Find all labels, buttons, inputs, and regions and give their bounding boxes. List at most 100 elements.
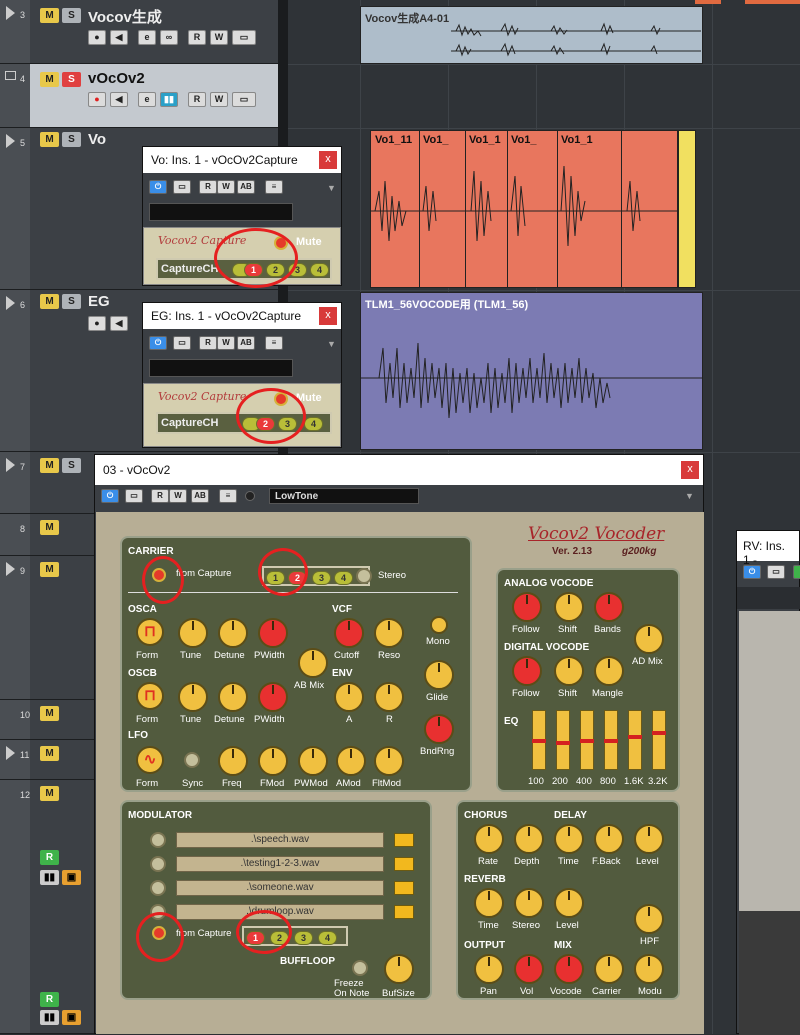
- pan-knob[interactable]: [474, 954, 504, 984]
- mute-button[interactable]: M: [40, 458, 59, 473]
- audio-clip-eg[interactable]: TLM1_56VOCODE用 (TLM1_56): [360, 292, 703, 450]
- oscb-form-knob[interactable]: ⊓: [136, 682, 164, 710]
- power-icon[interactable]: ⏻: [149, 180, 167, 194]
- file-field-2[interactable]: .\testing1-2-3.wav: [176, 856, 384, 872]
- power-icon[interactable]: ⏻: [149, 336, 167, 350]
- file-select-1[interactable]: [150, 832, 166, 848]
- close-button[interactable]: x: [319, 307, 337, 325]
- record-enable-icon[interactable]: ●: [88, 92, 106, 107]
- chevron-down-icon[interactable]: ▼: [685, 491, 694, 501]
- track-4[interactable]: 4 M S vOcOv2 ● ◀ e ▮▮ R W ▭: [0, 64, 278, 128]
- stereo-toggle[interactable]: [356, 568, 372, 584]
- bands-knob[interactable]: [594, 592, 624, 622]
- read-button[interactable]: R: [151, 489, 169, 503]
- mute-button[interactable]: M: [40, 132, 59, 147]
- file-select-3[interactable]: [150, 880, 166, 896]
- bypass-icon[interactable]: ▭: [767, 565, 785, 579]
- read-button[interactable]: R: [188, 30, 206, 45]
- eq-slider-3.2k[interactable]: [652, 710, 666, 770]
- read-button[interactable]: [793, 565, 800, 579]
- eq-slider-800[interactable]: [604, 710, 618, 770]
- read-button[interactable]: R: [188, 92, 206, 107]
- mute-button[interactable]: M: [40, 8, 59, 23]
- preset-field[interactable]: [149, 203, 293, 221]
- chorus-depth-knob[interactable]: [514, 824, 544, 854]
- file-field-1[interactable]: .\speech.wav: [176, 832, 384, 848]
- bndrng-knob[interactable]: [424, 714, 454, 744]
- preset-field[interactable]: [149, 359, 293, 377]
- ab-mix-knob[interactable]: [298, 648, 328, 678]
- ad-mix-knob[interactable]: [634, 624, 664, 654]
- ch-button-4[interactable]: 4: [304, 417, 323, 431]
- plugin-window-rv[interactable]: RV: Ins. 1 - ⏻ ▭: [736, 530, 800, 1035]
- bypass-icon[interactable]: ▭: [173, 180, 191, 194]
- delay-time-knob[interactable]: [554, 824, 584, 854]
- read-button[interactable]: R: [199, 336, 217, 350]
- delay-fback-knob[interactable]: [594, 824, 624, 854]
- audio-clip-tail[interactable]: [678, 130, 696, 288]
- oscb-pwidth-knob[interactable]: [258, 682, 288, 712]
- settings-icon[interactable]: ≡: [219, 489, 237, 503]
- record-enable-icon[interactable]: ●: [88, 316, 106, 331]
- compare-icon[interactable]: AB: [191, 489, 209, 503]
- audio-clip-vo[interactable]: Vo1_11 Vo1_ Vo1_1 Vo1_ Vo1_1: [370, 130, 678, 288]
- settings-icon[interactable]: ≡: [265, 180, 283, 194]
- write-button[interactable]: W: [210, 92, 228, 107]
- preset-field[interactable]: LowTone: [269, 488, 419, 504]
- track-3[interactable]: 3 M S Vocov生成 ● ◀ e ∞ R W ▭: [0, 0, 278, 64]
- read-button[interactable]: R: [40, 850, 59, 865]
- vocode-knob[interactable]: [554, 954, 584, 984]
- ch-button-3[interactable]: 3: [294, 931, 313, 945]
- close-button[interactable]: x: [681, 461, 699, 479]
- read-button[interactable]: R: [40, 992, 59, 1007]
- lfo-form-knob[interactable]: ∿: [136, 746, 164, 774]
- eq-slider-200[interactable]: [556, 710, 570, 770]
- keyboard-icon[interactable]: ▮▮: [160, 92, 178, 107]
- lfo-amod-knob[interactable]: [336, 746, 366, 776]
- lanes-icon[interactable]: ▮▮: [40, 1010, 59, 1025]
- mute-button[interactable]: M: [40, 706, 59, 721]
- link-icon[interactable]: ∞: [160, 30, 178, 45]
- chevron-down-icon[interactable]: ▼: [327, 183, 336, 193]
- lock-icon[interactable]: ▣: [62, 1010, 81, 1025]
- carrier-knob[interactable]: [594, 954, 624, 984]
- lanes-icon[interactable]: ▭: [232, 92, 256, 107]
- mute-button[interactable]: M: [40, 520, 59, 535]
- lfo-pwmod-knob[interactable]: [298, 746, 328, 776]
- solo-button[interactable]: S: [62, 458, 81, 473]
- chevron-down-icon[interactable]: ▼: [327, 339, 336, 349]
- ch-button-3[interactable]: 3: [312, 571, 331, 585]
- file-field-3[interactable]: .\someone.wav: [176, 880, 384, 896]
- hpf-knob[interactable]: [634, 904, 664, 934]
- mono-toggle[interactable]: [430, 616, 448, 634]
- mute-button[interactable]: M: [40, 72, 59, 87]
- lanes-icon[interactable]: ▮▮: [40, 870, 59, 885]
- env-r-knob[interactable]: [374, 682, 404, 712]
- lanes-icon[interactable]: ▭: [232, 30, 256, 45]
- vol-knob[interactable]: [514, 954, 544, 984]
- lfo-fmod-knob[interactable]: [258, 746, 288, 776]
- solo-button[interactable]: S: [62, 8, 81, 23]
- ch-button-4[interactable]: 4: [310, 263, 329, 277]
- bypass-icon[interactable]: ▭: [173, 336, 191, 350]
- chorus-rate-knob[interactable]: [474, 824, 504, 854]
- solo-button[interactable]: S: [62, 72, 81, 87]
- digital-shift-knob[interactable]: [554, 656, 584, 686]
- bypass-icon[interactable]: ▭: [125, 489, 143, 503]
- freeze-toggle[interactable]: [352, 960, 368, 976]
- oscb-tune-knob[interactable]: [178, 682, 208, 712]
- write-button[interactable]: W: [169, 489, 187, 503]
- lock-icon[interactable]: ▣: [62, 870, 81, 885]
- mute-button[interactable]: M: [40, 562, 59, 577]
- mute-button[interactable]: M: [40, 294, 59, 309]
- compare-icon[interactable]: AB: [237, 180, 255, 194]
- monitor-icon[interactable]: ◀: [110, 30, 128, 45]
- settings-icon[interactable]: ≡: [265, 336, 283, 350]
- edit-button[interactable]: e: [138, 30, 156, 45]
- file-select-2[interactable]: [150, 856, 166, 872]
- monitor-icon[interactable]: ◀: [110, 92, 128, 107]
- chevron-down-icon[interactable]: [394, 857, 414, 871]
- write-button[interactable]: W: [210, 30, 228, 45]
- edit-button[interactable]: e: [138, 92, 156, 107]
- chevron-down-icon[interactable]: [394, 905, 414, 919]
